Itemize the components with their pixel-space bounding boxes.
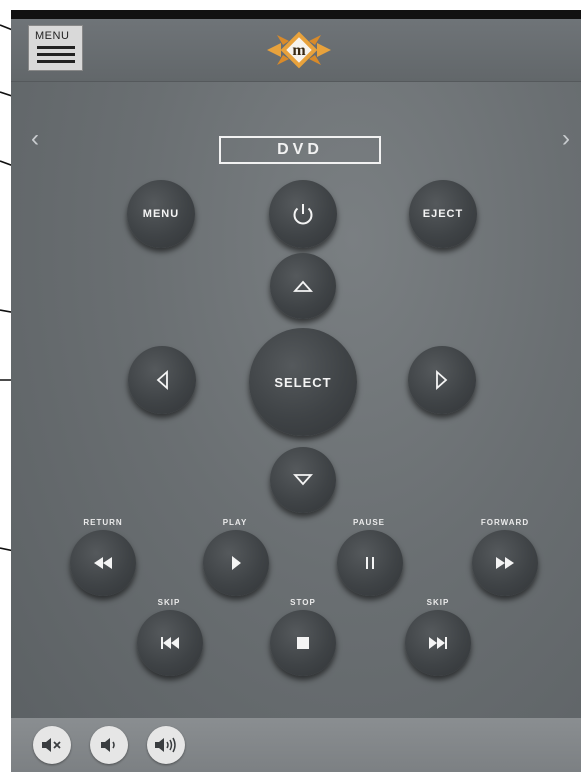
play-caption: PLAY (222, 518, 248, 527)
pause-icon (366, 557, 374, 569)
brand-logo: m (267, 31, 331, 69)
up-arrow-icon (293, 280, 313, 292)
skip-forward-icon (429, 637, 447, 649)
skip-back-button[interactable] (137, 610, 203, 676)
mute-button[interactable] (33, 726, 71, 764)
power-button[interactable] (269, 180, 337, 248)
skip-forward-caption: SKIP (426, 598, 450, 607)
remote-screen: MENU m ‹ › DVD MENU EJECT SELECT RETURN … (11, 10, 581, 772)
volume-up-button[interactable] (147, 726, 185, 764)
hamburger-icon-line (37, 60, 75, 63)
pause-button[interactable] (337, 530, 403, 596)
volume-down-button[interactable] (90, 726, 128, 764)
return-caption: RETURN (83, 518, 123, 527)
select-button[interactable]: SELECT (249, 328, 357, 436)
left-button[interactable] (128, 346, 196, 414)
next-source-chevron-icon[interactable]: › (562, 125, 570, 153)
fast-forward-icon (496, 557, 514, 569)
menu-button-text: MENU (142, 208, 180, 220)
play-button[interactable] (203, 530, 269, 596)
right-button[interactable] (408, 346, 476, 414)
logo-letter: m (292, 42, 306, 59)
skip-forward-button[interactable] (405, 610, 471, 676)
volume-up-icon (155, 737, 176, 753)
source-label: DVD (219, 136, 381, 164)
power-icon (293, 204, 313, 225)
play-icon (232, 556, 241, 570)
hamburger-icon (37, 46, 75, 49)
forward-button[interactable] (472, 530, 538, 596)
right-arrow-icon (436, 370, 448, 390)
left-arrow-icon (156, 370, 168, 390)
forward-caption: FORWARD (480, 518, 530, 527)
eject-button-text: EJECT (422, 208, 464, 220)
mute-icon (42, 738, 61, 752)
volume-bar (11, 718, 581, 772)
menu-button-label: MENU (35, 30, 70, 42)
pause-caption: PAUSE (353, 518, 385, 527)
return-button[interactable] (70, 530, 136, 596)
volume-down-icon (101, 738, 115, 752)
rewind-icon (94, 557, 112, 569)
select-button-text: SELECT (274, 374, 332, 390)
eject-button[interactable]: EJECT (409, 180, 477, 248)
down-arrow-icon (293, 474, 313, 486)
prev-source-chevron-icon[interactable]: ‹ (31, 125, 39, 153)
top-bar: MENU m (11, 19, 581, 82)
stop-icon (297, 637, 309, 649)
hamburger-menu-button[interactable]: MENU (28, 25, 83, 71)
menu-button[interactable]: MENU (127, 180, 195, 248)
status-bar (11, 10, 581, 19)
stop-button[interactable] (270, 610, 336, 676)
skip-back-caption: SKIP (157, 598, 181, 607)
hamburger-icon-line (37, 53, 75, 56)
up-button[interactable] (270, 253, 336, 319)
skip-back-icon (161, 637, 179, 649)
stop-caption: STOP (290, 598, 316, 607)
down-button[interactable] (270, 447, 336, 513)
